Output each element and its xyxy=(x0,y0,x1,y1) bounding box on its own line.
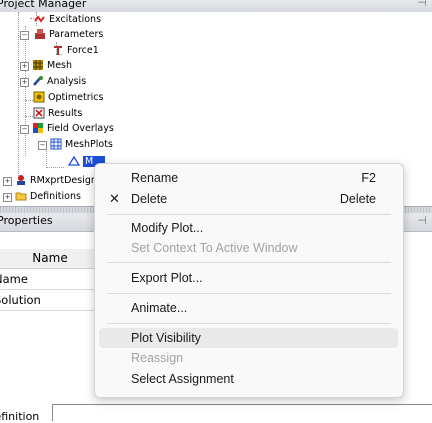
menu-item-set-context: Set Context To Active Window xyxy=(131,241,298,255)
collapse-meshplots-icon[interactable]: − xyxy=(38,141,47,150)
results-icon xyxy=(33,107,45,119)
menu-item-delete[interactable]: ✕ Delete Delete xyxy=(99,189,398,209)
delete-shortcut: Delete xyxy=(339,192,376,206)
meshplots-icon xyxy=(50,138,62,150)
force-icon xyxy=(52,44,64,56)
optimetrics-icon xyxy=(33,91,45,103)
table-row[interactable]: Name xyxy=(0,269,101,290)
collapse-parameters-icon[interactable]: − xyxy=(20,31,29,40)
analysis-icon xyxy=(32,75,44,87)
tree-item-force1[interactable]: Force1 xyxy=(52,43,99,57)
tree-item-field-overlays[interactable]: Field Overlays xyxy=(32,121,114,135)
expand-rmxprt-icon[interactable]: + xyxy=(3,177,12,186)
menu-item-modify-plot[interactable]: Modify Plot... xyxy=(99,218,398,238)
menu-item-reassign: Reassign xyxy=(131,351,184,365)
menu-separator xyxy=(107,262,391,263)
bottom-panel-field xyxy=(52,404,432,421)
menu-separator xyxy=(107,293,391,294)
folder-icon xyxy=(15,190,27,202)
rmxprt-icon xyxy=(15,174,27,186)
expand-mesh-icon[interactable]: + xyxy=(20,62,29,71)
expand-analysis-icon[interactable]: + xyxy=(20,78,29,87)
menu-separator xyxy=(107,214,391,215)
pin-icon[interactable]: ⊣ xyxy=(417,214,427,227)
table-row[interactable]: Solution xyxy=(0,290,101,311)
tree-item-optimetrics[interactable]: Optimetrics xyxy=(33,90,103,104)
parameters-icon xyxy=(34,28,46,40)
close-icon: ✕ xyxy=(109,191,120,206)
menu-item-rename[interactable]: Rename F2 xyxy=(99,168,398,188)
expand-definitions-icon[interactable]: + xyxy=(3,193,12,202)
menu-item-select-assignment[interactable]: Select Assignment xyxy=(99,369,398,389)
tree-item-meshplots[interactable]: MeshPlots xyxy=(50,137,113,151)
menu-item-export-plot[interactable]: Export Plot... xyxy=(99,268,398,288)
collapse-field-overlays-icon[interactable]: − xyxy=(20,125,29,134)
properties-title: Properties xyxy=(0,214,53,227)
tree-item-definitions[interactable]: Definitions xyxy=(15,189,81,203)
field-overlays-icon xyxy=(32,122,44,134)
tree-item-parameters[interactable]: Parameters xyxy=(34,27,103,41)
mesh-icon xyxy=(32,59,44,71)
tree-item-excitations[interactable]: Excitations xyxy=(34,12,101,26)
pin-icon[interactable]: ⊣ xyxy=(417,0,427,9)
excitations-icon xyxy=(34,13,46,25)
tree-item-rmxprtdesign[interactable]: RMxprtDesign xyxy=(15,173,97,187)
definition-tab[interactable]: Definition xyxy=(0,410,39,423)
project-manager-title: Project Manager xyxy=(0,0,87,10)
meshplot-item-icon xyxy=(68,155,80,167)
tree-item-results[interactable]: Results xyxy=(33,106,82,120)
rename-shortcut: F2 xyxy=(361,171,376,185)
menu-item-plot-visibility[interactable]: Plot Visibility xyxy=(99,328,398,348)
menu-item-animate[interactable]: Animate... xyxy=(99,298,398,318)
tree-item-mesh[interactable]: Mesh xyxy=(32,58,72,72)
properties-column-name[interactable]: Name xyxy=(0,249,101,269)
menu-separator xyxy=(107,323,391,324)
tree-item-analysis[interactable]: Analysis xyxy=(32,74,86,88)
context-menu: Rename F2 ✕ Delete Delete Modify Plot...… xyxy=(94,163,404,398)
